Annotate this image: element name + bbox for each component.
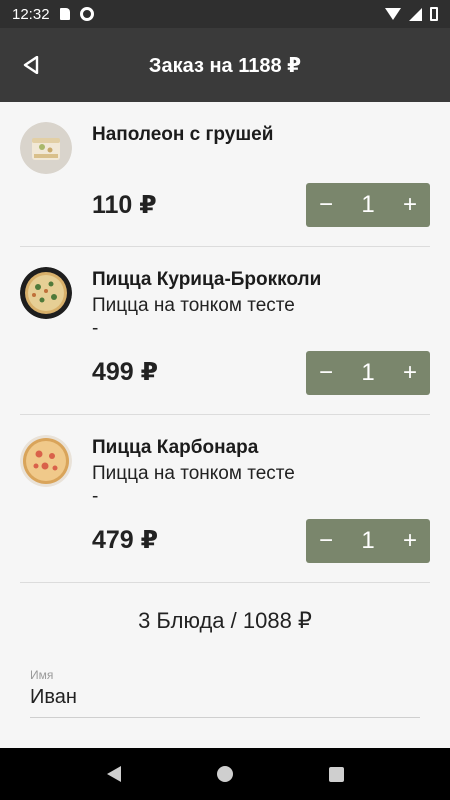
quantity-stepper: − 1 + bbox=[306, 519, 430, 563]
nav-back-icon[interactable] bbox=[106, 766, 121, 782]
name-input[interactable]: Иван bbox=[30, 686, 77, 709]
nav-home-icon[interactable] bbox=[216, 766, 233, 782]
navigation-bar bbox=[0, 748, 450, 800]
decrease-button[interactable]: − bbox=[306, 351, 346, 395]
gear-icon bbox=[79, 7, 94, 21]
order-content: Наполеон с грушей 110 ₽ − 1 + Пицца Кури… bbox=[0, 102, 450, 748]
back-button[interactable] bbox=[0, 28, 62, 102]
item-description: Пицца на тонком тесте - bbox=[92, 463, 295, 507]
back-arrow-icon bbox=[23, 56, 39, 74]
dessert-thumbnail bbox=[20, 122, 72, 174]
quantity-stepper: − 1 + bbox=[306, 183, 430, 227]
increase-button[interactable]: + bbox=[390, 351, 430, 395]
decrease-button[interactable]: − bbox=[306, 519, 346, 563]
item-description: Пицца на тонком тесте - bbox=[92, 295, 295, 339]
name-label: Имя bbox=[30, 668, 54, 682]
item-name: Пицца Карбонара bbox=[92, 437, 259, 458]
item-name: Пицца Курица-Брокколи bbox=[92, 269, 322, 290]
item-price: 479 ₽ bbox=[92, 526, 159, 554]
quantity-value: 1 bbox=[361, 359, 375, 386]
name-field[interactable]: Имя Иван bbox=[30, 666, 420, 718]
signal-icon bbox=[409, 7, 422, 21]
app-bar: Заказ на 1188 ₽ bbox=[0, 28, 450, 102]
wifi-icon bbox=[385, 8, 401, 20]
status-time: 12:32 bbox=[12, 5, 50, 23]
quantity-value: 1 bbox=[361, 191, 375, 218]
battery-icon bbox=[430, 7, 438, 21]
sd-card-icon bbox=[59, 8, 70, 20]
order-item: Наполеон с грушей 110 ₽ − 1 + bbox=[20, 102, 430, 247]
decrease-button[interactable]: − bbox=[306, 183, 346, 227]
item-name: Наполеон с грушей bbox=[92, 124, 274, 145]
quantity-value: 1 bbox=[361, 527, 375, 554]
order-item: Пицца Курица-Брокколи Пицца на тонком те… bbox=[20, 247, 430, 415]
order-item: Пицца Карбонара Пицца на тонком тесте - … bbox=[20, 415, 430, 583]
order-summary: 3 Блюда / 1088 ₽ bbox=[138, 608, 312, 633]
item-price: 110 ₽ bbox=[92, 191, 157, 219]
page-title: Заказ на 1188 ₽ bbox=[148, 54, 302, 77]
increase-button[interactable]: + bbox=[390, 519, 430, 563]
nav-recents-icon[interactable] bbox=[328, 766, 344, 782]
status-bar: 12:32 bbox=[0, 0, 450, 28]
item-price: 499 ₽ bbox=[92, 358, 159, 386]
increase-button[interactable]: + bbox=[390, 183, 430, 227]
quantity-stepper: − 1 + bbox=[306, 351, 430, 395]
pizza-thumbnail bbox=[20, 267, 72, 319]
pizza-thumbnail bbox=[20, 435, 72, 487]
